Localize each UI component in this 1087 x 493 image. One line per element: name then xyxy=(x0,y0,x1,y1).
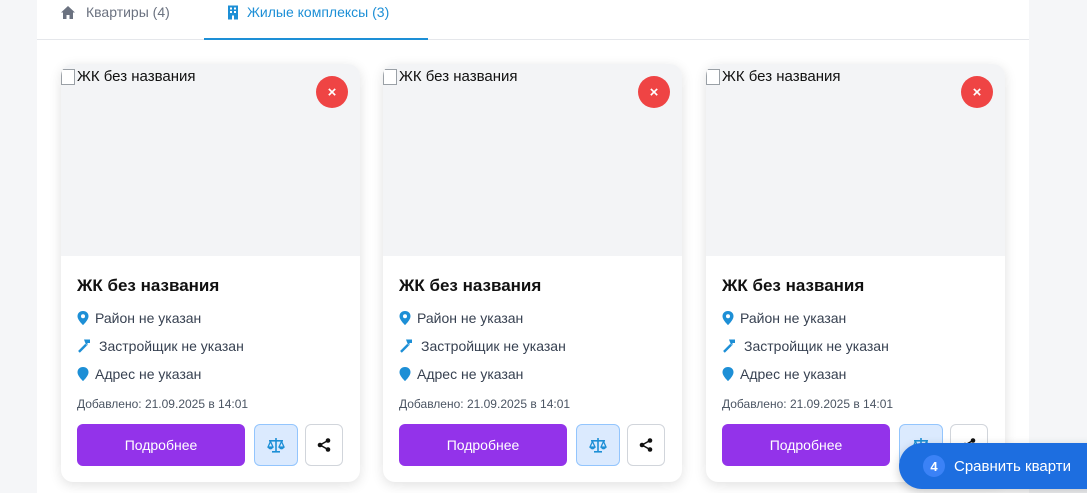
developer-row: Застройщик не указан xyxy=(399,338,566,354)
details-button[interactable]: Подробнее xyxy=(77,424,245,466)
address-text: Адрес не указан xyxy=(95,366,202,382)
district-row: Район не указан xyxy=(77,310,201,326)
scales-icon xyxy=(589,438,607,453)
favorites-panel: Квартиры (4) Жилые комплексы (3) ЖК без … xyxy=(37,0,1029,493)
district-row: Район не указан xyxy=(722,310,846,326)
close-icon: × xyxy=(649,83,659,101)
image-alt-text: ЖК без названия xyxy=(77,68,196,85)
details-button[interactable]: Подробнее xyxy=(722,424,890,466)
remove-button[interactable]: × xyxy=(638,76,670,108)
hammer-icon xyxy=(723,339,735,353)
tabs-bar: Квартиры (4) Жилые комплексы (3) xyxy=(37,0,1029,40)
complex-image: ЖК без названия × xyxy=(383,64,682,256)
address-text: Адрес не указан xyxy=(417,366,524,382)
share-button[interactable] xyxy=(305,424,343,466)
added-date: Добавлено: 21.09.2025 в 14:01 xyxy=(722,397,894,411)
district-text: Район не указан xyxy=(95,310,202,326)
location-icon xyxy=(399,367,411,381)
scales-icon xyxy=(267,438,285,453)
complex-title: ЖК без названия xyxy=(722,276,865,295)
developer-row: Застройщик не указан xyxy=(722,338,889,354)
location-icon xyxy=(722,367,734,381)
developer-text: Застройщик не указан xyxy=(744,338,889,354)
complex-title: ЖК без названия xyxy=(399,276,542,295)
building-icon xyxy=(228,5,238,20)
remove-button[interactable]: × xyxy=(961,76,993,108)
compare-floating-button[interactable]: 4 Сравнить кварти xyxy=(899,443,1087,489)
complex-image: ЖК без названия × xyxy=(61,64,360,256)
details-button[interactable]: Подробнее xyxy=(399,424,567,466)
share-icon xyxy=(639,438,653,452)
address-row: Адрес не указан xyxy=(399,366,523,382)
home-icon xyxy=(61,6,75,19)
complex-image: ЖК без названия × xyxy=(706,64,1005,256)
close-icon: × xyxy=(972,83,982,101)
hammer-icon xyxy=(78,339,90,353)
broken-image-icon xyxy=(61,68,75,85)
district-row: Район не указан xyxy=(399,310,523,326)
remove-button[interactable]: × xyxy=(316,76,348,108)
share-button[interactable] xyxy=(627,424,665,466)
district-text: Район не указан xyxy=(740,310,847,326)
added-date: Добавлено: 21.09.2025 в 14:01 xyxy=(77,397,249,411)
location-icon xyxy=(77,367,89,381)
map-pin-icon xyxy=(399,311,411,325)
close-icon: × xyxy=(327,83,337,101)
image-alt-text: ЖК без названия xyxy=(399,68,518,85)
complex-card: ЖК без названия × ЖК без названия Район … xyxy=(383,64,682,482)
added-date: Добавлено: 21.09.2025 в 14:01 xyxy=(399,397,571,411)
map-pin-icon xyxy=(77,311,89,325)
map-pin-icon xyxy=(722,311,734,325)
developer-text: Застройщик не указан xyxy=(99,338,244,354)
address-text: Адрес не указан xyxy=(740,366,847,382)
hammer-icon xyxy=(400,339,412,353)
compare-count-badge: 4 xyxy=(923,455,945,477)
tab-complexes[interactable]: Жилые комплексы (3) xyxy=(204,0,428,40)
compare-button[interactable] xyxy=(576,424,620,466)
complex-card: ЖК без названия × ЖК без названия Район … xyxy=(61,64,360,482)
developer-text: Застройщик не указан xyxy=(421,338,566,354)
image-alt-text: ЖК без названия xyxy=(722,68,841,85)
complex-card: ЖК без названия × ЖК без названия Район … xyxy=(706,64,1005,482)
tab-flats-label: Квартиры (4) xyxy=(86,4,170,20)
address-row: Адрес не указан xyxy=(77,366,201,382)
district-text: Район не указан xyxy=(417,310,524,326)
developer-row: Застройщик не указан xyxy=(77,338,244,354)
share-icon xyxy=(317,438,331,452)
broken-image-icon xyxy=(706,68,720,85)
tab-flats[interactable]: Квартиры (4) xyxy=(60,0,170,40)
compare-label: Сравнить кварти xyxy=(954,457,1071,475)
compare-button[interactable] xyxy=(254,424,298,466)
tab-complexes-label: Жилые комплексы (3) xyxy=(247,4,390,20)
broken-image-icon xyxy=(383,68,397,85)
address-row: Адрес не указан xyxy=(722,366,846,382)
complex-title: ЖК без названия xyxy=(77,276,220,295)
